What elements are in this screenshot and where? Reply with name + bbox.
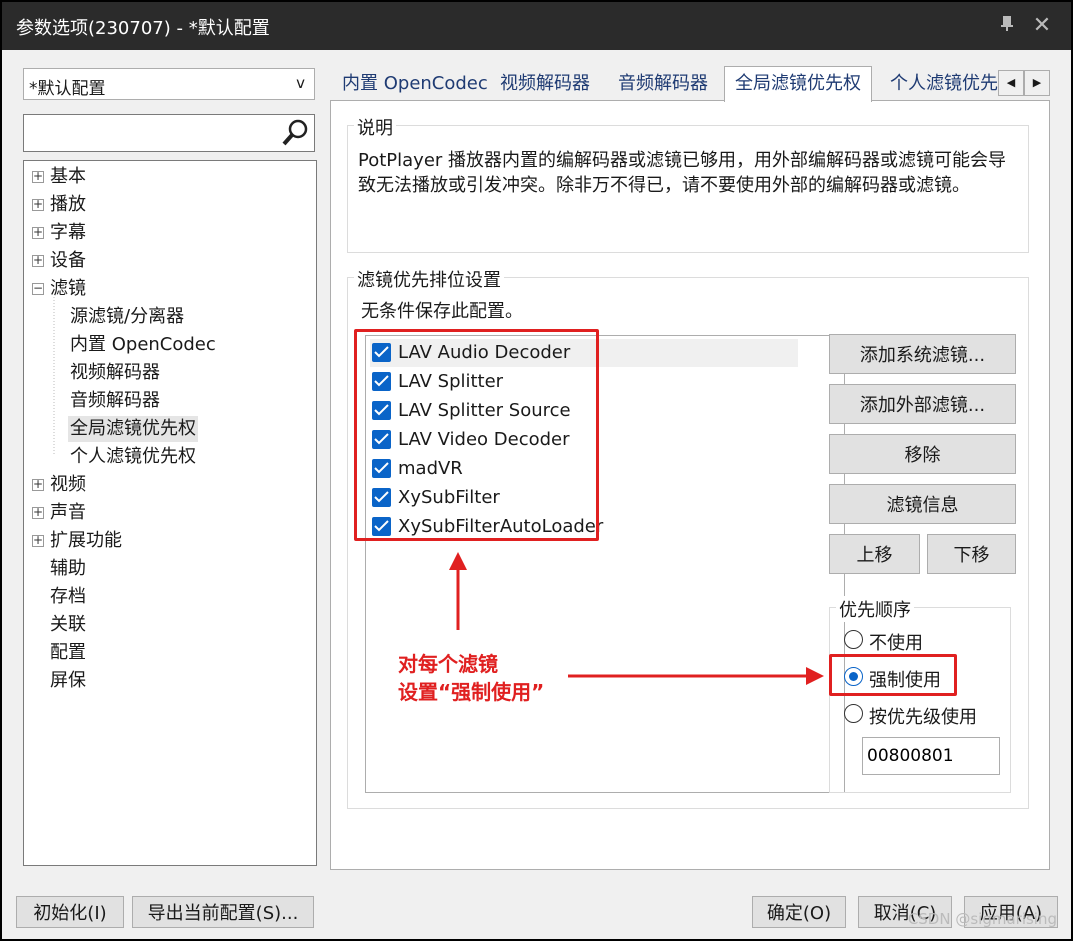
export-config-button[interactable]: 导出当前配置(S)...: [132, 896, 314, 928]
tab-scroll-left-icon[interactable]: ◀: [998, 70, 1024, 96]
annotation-text-line2: 设置“强制使用”: [398, 680, 545, 704]
preferences-window: 参数选项(230707) - *默认配置 ✕ *默认配置 v + 基本 + 播放…: [2, 2, 1071, 939]
annotation-text-line1: 对每个滤镜: [398, 652, 498, 676]
tab-scroll-right-icon[interactable]: ▶: [1024, 70, 1050, 96]
tab-global-filter-priority[interactable]: 全局滤镜优先权: [724, 66, 872, 102]
watermark: CSDN @sigmarising: [907, 910, 1057, 928]
annotation-arrows: [449, 552, 824, 685]
ok-button[interactable]: 确定(O): [752, 896, 846, 928]
initialize-button[interactable]: 初始化(I): [16, 896, 124, 928]
